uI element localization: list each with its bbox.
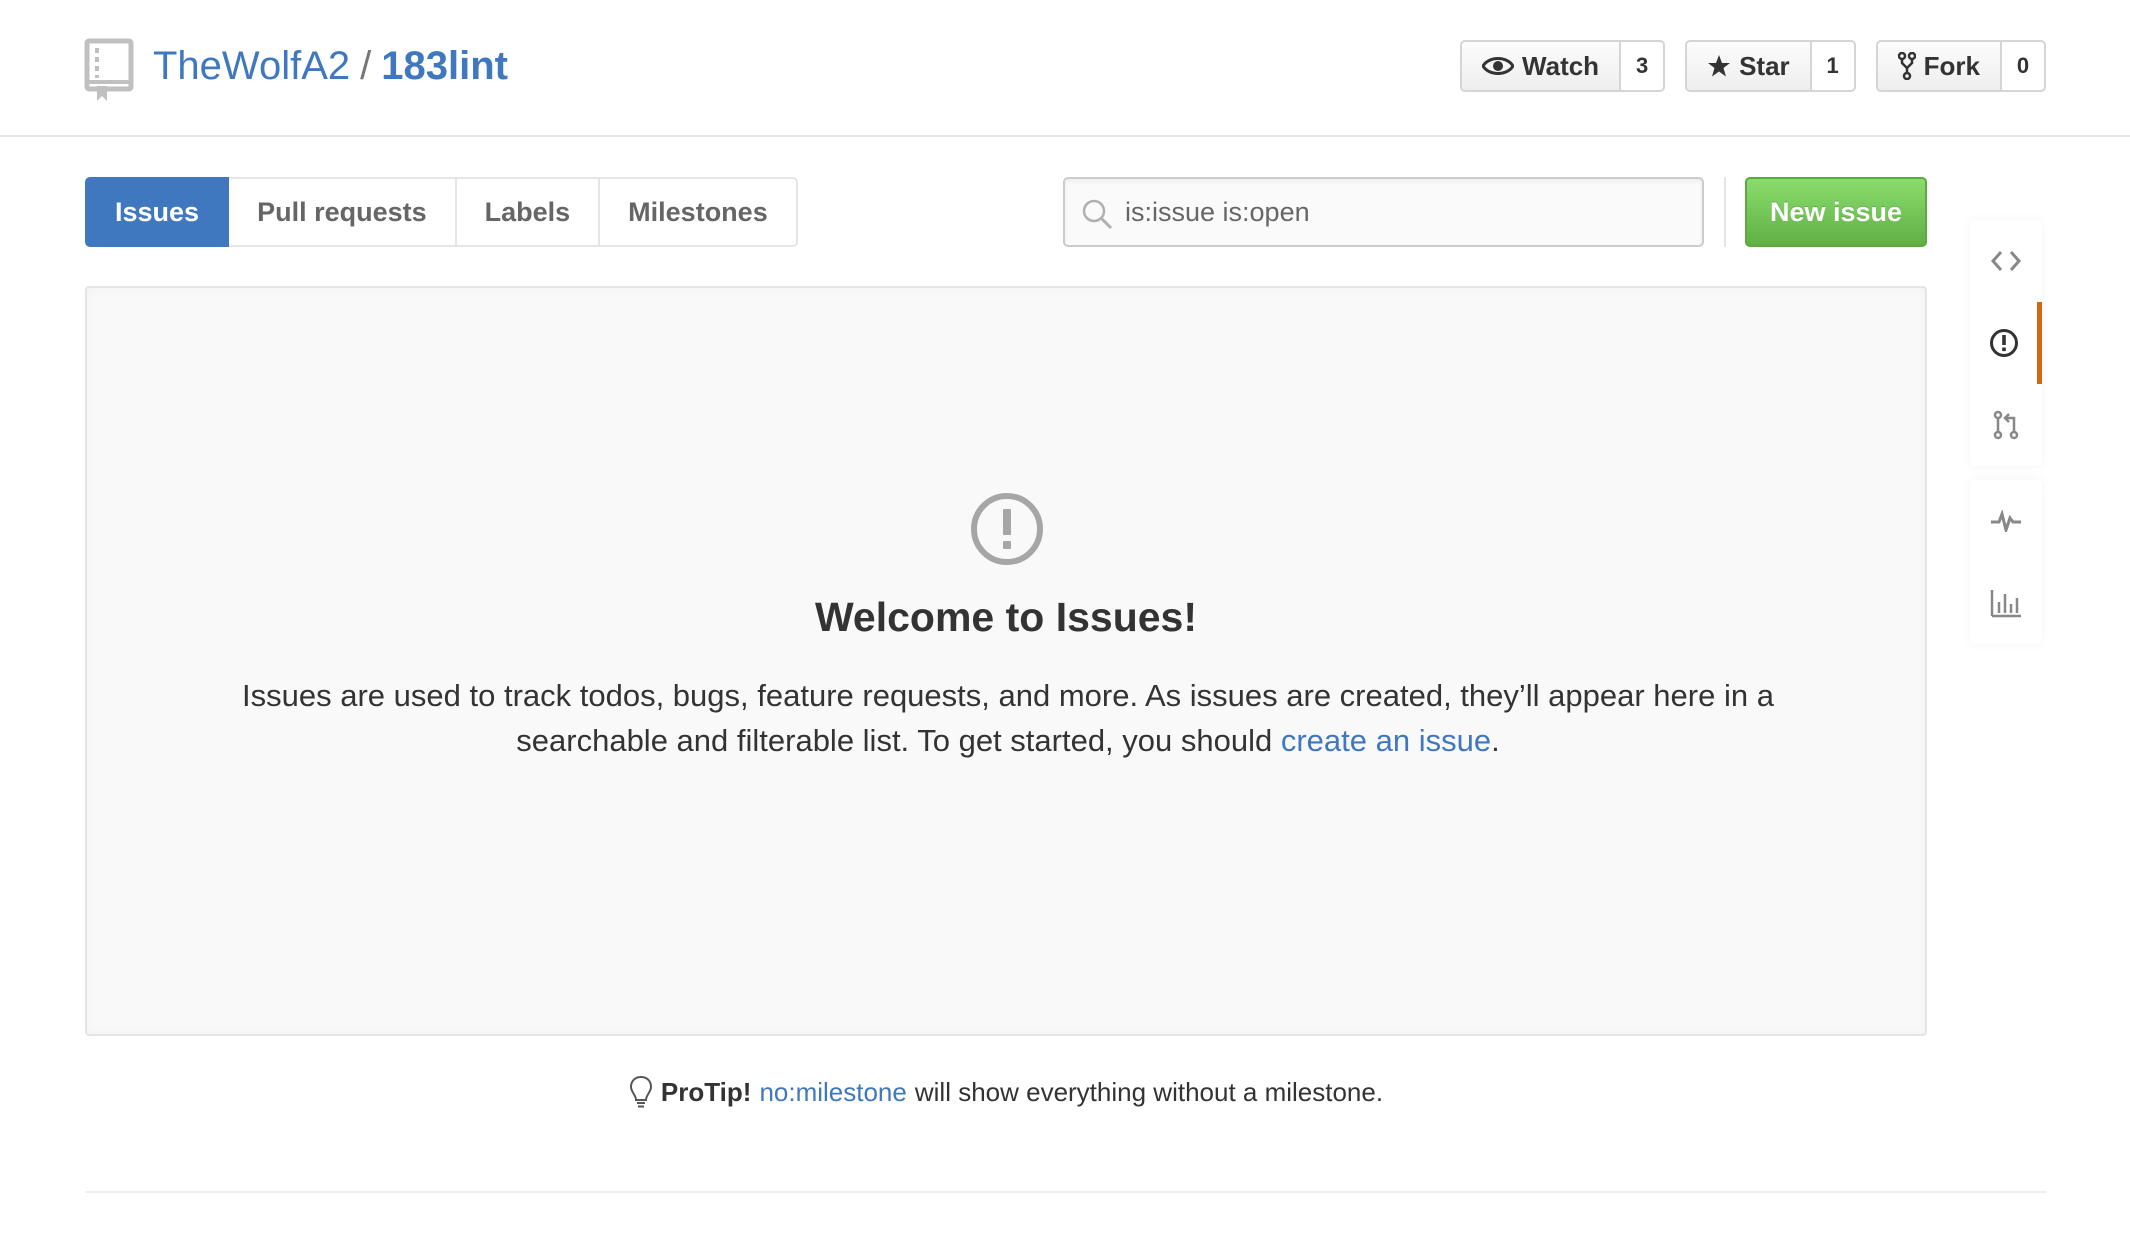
protip-link[interactable]: no:milestone [759, 1077, 906, 1108]
sidebar-item-pull-requests[interactable] [1970, 384, 2042, 466]
blankslate-text: Issues are used to track todos, bugs, fe… [187, 673, 1829, 763]
repo-title: TheWolfA2/183lint [153, 40, 508, 92]
fork-count[interactable]: 0 [2002, 40, 2046, 92]
star-group: Star 1 [1685, 40, 1856, 92]
protip-label: ProTip! [660, 1076, 752, 1107]
watch-count[interactable]: 3 [1621, 40, 1666, 92]
divider [1724, 177, 1726, 247]
watch-button[interactable]: Watch [1460, 40, 1622, 92]
issue-opened-icon [971, 493, 1043, 565]
repo-name-link[interactable]: 183lint [381, 44, 508, 88]
fork-label: Fork [1923, 50, 1980, 81]
pulse-icon [1991, 510, 2021, 532]
fork-group: Fork 0 [1875, 40, 2046, 92]
repo-sidebar-nav [1970, 220, 2042, 658]
subnav-pull-requests[interactable]: Pull requests [229, 177, 457, 247]
star-icon [1708, 55, 1731, 77]
repo-owner-link[interactable]: TheWolfA2 [153, 44, 350, 88]
git-pull-request-icon [1993, 410, 2019, 440]
reponav-group-main [1970, 220, 2042, 466]
protip: ProTip! no:milestone will show everythin… [0, 1075, 2012, 1109]
issue-opened-icon [1989, 329, 2018, 357]
star-button[interactable]: Star [1685, 40, 1812, 92]
watch-label: Watch [1522, 50, 1600, 81]
issues-search [1063, 177, 1704, 247]
blankslate-text-before: Issues are used to track todos, bugs, fe… [242, 678, 1774, 758]
subnav-labels[interactable]: Labels [456, 177, 601, 247]
search-icon [1082, 199, 1113, 230]
repo-icon [84, 38, 134, 102]
pagehead-actions: Watch 3 Star 1 Fork 0 [1460, 40, 2046, 92]
footer-divider [85, 1191, 2046, 1193]
sidebar-item-graphs[interactable] [1970, 562, 2042, 644]
create-issue-link[interactable]: create an issue [1281, 723, 1491, 758]
code-icon [1991, 251, 2021, 271]
blankslate-title: Welcome to Issues! [814, 594, 1198, 640]
sidebar-item-issues[interactable] [1970, 302, 2042, 384]
star-label: Star [1739, 50, 1790, 81]
issues-subnav: Issues Pull requests Labels Milestones [85, 177, 798, 247]
graph-icon [1990, 590, 2021, 618]
sidebar-item-code[interactable] [1970, 220, 2042, 302]
reponav-group-stats [1970, 480, 2042, 644]
subnav-issues[interactable]: Issues [85, 177, 230, 247]
star-count[interactable]: 1 [1811, 40, 1856, 92]
repo-separator: / [360, 44, 372, 88]
sidebar-item-pulse[interactable] [1970, 480, 2042, 562]
eye-icon [1482, 57, 1515, 75]
new-issue-button[interactable]: New issue [1745, 177, 1927, 247]
watch-group: Watch 3 [1460, 40, 1666, 92]
protip-text: will show everything without a milestone… [914, 1076, 1384, 1107]
search-input[interactable] [1125, 179, 1685, 245]
fork-icon [1897, 52, 1916, 80]
blankslate: Welcome to Issues! Issues are used to tr… [85, 286, 1927, 1036]
subnav-milestones[interactable]: Milestones [600, 177, 798, 247]
blankslate-text-after: . [1491, 723, 1500, 758]
repo-header: TheWolfA2/183lint Watch 3 Star 1 Fork 0 [0, 0, 2130, 137]
light-bulb-icon [629, 1075, 652, 1108]
fork-button[interactable]: Fork [1875, 40, 2002, 92]
